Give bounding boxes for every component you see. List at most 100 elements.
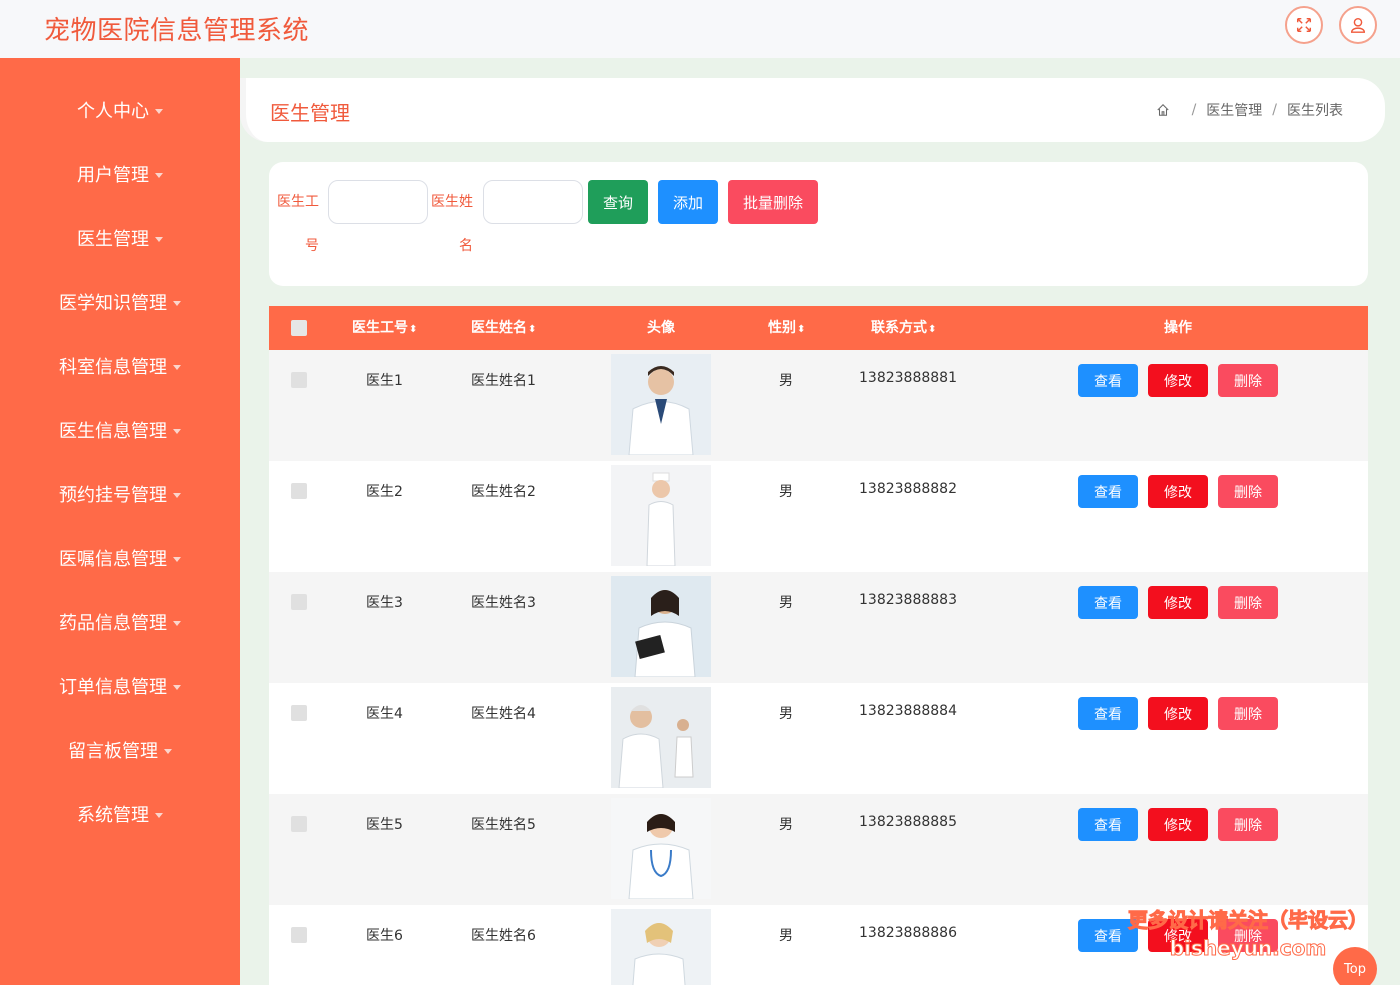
- caret-down-icon: [155, 236, 163, 242]
- cell-gender: 男: [779, 817, 793, 833]
- doctor-avatar-image: [611, 909, 711, 985]
- home-icon[interactable]: [1156, 103, 1170, 117]
- row-checkbox[interactable]: [291, 372, 307, 388]
- col-phone[interactable]: 联系方式⬍: [871, 306, 936, 350]
- breadcrumb-item[interactable]: 医生管理: [1206, 100, 1262, 120]
- delete-button[interactable]: 删除: [1218, 586, 1278, 619]
- cell-doctor-id: 医生4: [366, 706, 403, 722]
- sidebar: 个人中心 用户管理 医生管理 医学知识管理 科室信息管理 医生信息管理 预约挂号…: [0, 58, 240, 985]
- table-row: 医生1 医生姓名1 男 13823888881 查看 修改 删除: [269, 350, 1368, 461]
- doctor-id-label-cont: 号: [305, 238, 319, 254]
- row-checkbox[interactable]: [291, 816, 307, 832]
- delete-button[interactable]: 删除: [1218, 808, 1278, 841]
- cell-phone: 13823888883: [859, 592, 957, 608]
- table-row: 医生3 医生姓名3 男 13823888883 查看 修改 删除: [269, 572, 1368, 683]
- view-button[interactable]: 查看: [1078, 364, 1138, 397]
- cell-doctor-name: 医生姓名6: [471, 928, 536, 944]
- caret-down-icon: [173, 492, 181, 498]
- col-doctor-name[interactable]: 医生姓名⬍: [471, 306, 536, 350]
- select-all-checkbox[interactable]: [291, 320, 307, 336]
- col-actions: 操作: [1164, 320, 1192, 336]
- cell-gender: 男: [779, 484, 793, 500]
- caret-down-icon: [155, 108, 163, 114]
- col-gender[interactable]: 性别⬍: [768, 306, 805, 350]
- main-content: 医生管理 / 医生管理 / 医生列表 医生工 号 医生姓 名 查询 添加 批量删…: [240, 58, 1400, 985]
- cell-phone: 13823888882: [859, 481, 957, 497]
- cell-doctor-id: 医生1: [366, 373, 403, 389]
- sidebar-item-appointment[interactable]: 预约挂号管理: [0, 474, 240, 514]
- row-checkbox[interactable]: [291, 927, 307, 943]
- sidebar-item-message-board[interactable]: 留言板管理: [0, 730, 240, 770]
- sidebar-item-doctor-info[interactable]: 医生信息管理: [0, 410, 240, 450]
- doctor-id-label: 医生工: [277, 194, 319, 210]
- doctor-avatar-image: [611, 465, 711, 566]
- view-button[interactable]: 查看: [1078, 586, 1138, 619]
- delete-button[interactable]: 删除: [1218, 364, 1278, 397]
- cell-doctor-name: 医生姓名3: [471, 595, 536, 611]
- table-row: 医生2 医生姓名2 男 13823888882 查看 修改 删除: [269, 461, 1368, 572]
- expand-icon: [1296, 17, 1312, 33]
- user-button[interactable]: [1339, 6, 1377, 44]
- row-checkbox[interactable]: [291, 483, 307, 499]
- doctor-table: 医生工号⬍ 医生姓名⬍ 头像 性别⬍ 联系方式⬍ 操作 医生1 医生姓名1 男 138…: [269, 306, 1368, 985]
- sidebar-item-order-info[interactable]: 订单信息管理: [0, 666, 240, 706]
- doctor-avatar-image: [611, 354, 711, 455]
- cell-phone: 13823888885: [859, 814, 957, 830]
- sidebar-item-medical-knowledge[interactable]: 医学知识管理: [0, 282, 240, 322]
- caret-down-icon: [155, 172, 163, 178]
- view-button[interactable]: 查看: [1078, 697, 1138, 730]
- edit-button[interactable]: 修改: [1148, 697, 1208, 730]
- sort-icon: ⬍: [409, 324, 418, 335]
- user-icon: [1350, 17, 1366, 33]
- delete-button[interactable]: 删除: [1218, 475, 1278, 508]
- back-to-top-button[interactable]: Top: [1333, 947, 1377, 985]
- cell-gender: 男: [779, 595, 793, 611]
- cell-doctor-id: 医生5: [366, 817, 403, 833]
- cell-phone: 13823888881: [859, 370, 957, 386]
- view-button[interactable]: 查看: [1078, 808, 1138, 841]
- sidebar-item-system-management[interactable]: 系统管理: [0, 794, 240, 834]
- table-row: 医生4 医生姓名4 男 13823888884 查看 修改 删除: [269, 683, 1368, 794]
- edit-button[interactable]: 修改: [1148, 364, 1208, 397]
- cell-doctor-id: 医生6: [366, 928, 403, 944]
- caret-down-icon: [173, 300, 181, 306]
- fullscreen-button[interactable]: [1285, 6, 1323, 44]
- row-checkbox[interactable]: [291, 594, 307, 610]
- page-header: 医生管理 / 医生管理 / 医生列表: [240, 78, 1385, 142]
- batch-delete-button[interactable]: 批量删除: [728, 180, 818, 224]
- search-panel: 医生工 号 医生姓 名 查询 添加 批量删除: [269, 162, 1368, 286]
- sidebar-item-personal-center[interactable]: 个人中心: [0, 90, 240, 130]
- col-doctor-id[interactable]: 医生工号⬍: [352, 306, 417, 350]
- sidebar-item-medical-orders[interactable]: 医嘱信息管理: [0, 538, 240, 578]
- view-button[interactable]: 查看: [1078, 475, 1138, 508]
- sidebar-item-department-info[interactable]: 科室信息管理: [0, 346, 240, 386]
- sort-icon: ⬍: [528, 324, 537, 335]
- cell-doctor-name: 医生姓名4: [471, 706, 536, 722]
- sidebar-item-doctor-management[interactable]: 医生管理: [0, 218, 240, 258]
- cell-doctor-name: 医生姓名2: [471, 484, 536, 500]
- cell-phone: 13823888886: [859, 925, 957, 941]
- delete-button[interactable]: 删除: [1218, 697, 1278, 730]
- table-header: 医生工号⬍ 医生姓名⬍ 头像 性别⬍ 联系方式⬍ 操作: [269, 306, 1368, 350]
- doctor-name-input[interactable]: [483, 180, 583, 224]
- add-button[interactable]: 添加: [658, 180, 718, 224]
- sidebar-item-drug-info[interactable]: 药品信息管理: [0, 602, 240, 642]
- sort-icon: ⬍: [797, 324, 806, 335]
- app-title: 宠物医院信息管理系统: [44, 16, 310, 46]
- doctor-name-label-cont: 名: [459, 238, 473, 254]
- cell-gender: 男: [779, 706, 793, 722]
- cell-doctor-id: 医生3: [366, 595, 403, 611]
- edit-button[interactable]: 修改: [1148, 586, 1208, 619]
- doctor-name-label: 医生姓: [431, 194, 473, 210]
- edit-button[interactable]: 修改: [1148, 808, 1208, 841]
- cell-phone: 13823888884: [859, 703, 957, 719]
- edit-button[interactable]: 修改: [1148, 475, 1208, 508]
- doctor-avatar-image: [611, 798, 711, 899]
- row-checkbox[interactable]: [291, 705, 307, 721]
- sidebar-item-user-management[interactable]: 用户管理: [0, 154, 240, 194]
- doctor-id-input[interactable]: [328, 180, 428, 224]
- cell-doctor-name: 医生姓名5: [471, 817, 536, 833]
- query-button[interactable]: 查询: [588, 180, 648, 224]
- top-header: 宠物医院信息管理系统: [0, 0, 1400, 58]
- caret-down-icon: [173, 428, 181, 434]
